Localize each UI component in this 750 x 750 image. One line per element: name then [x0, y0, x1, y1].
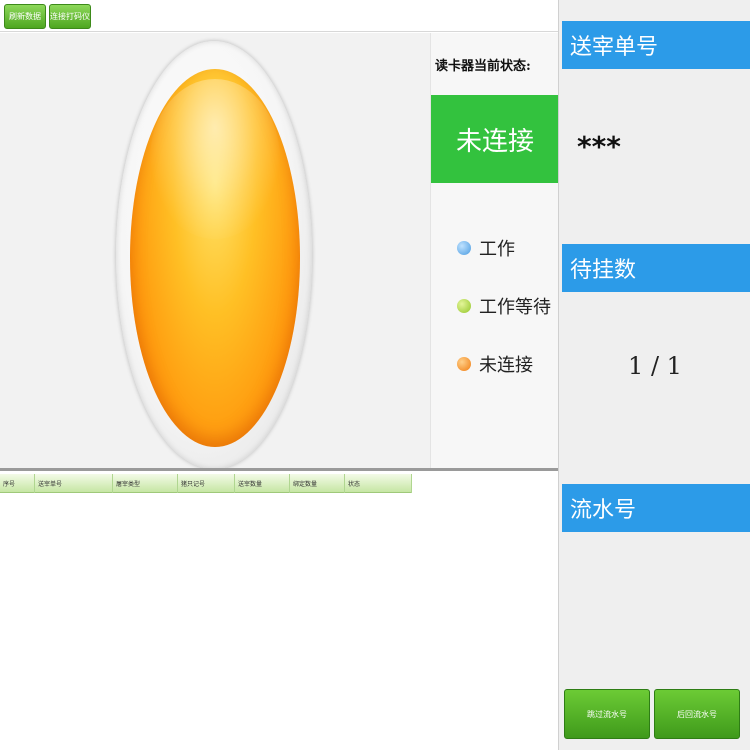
- column-header-send-qty[interactable]: 送宰数量: [235, 474, 290, 493]
- status-orb-area: [0, 33, 430, 469]
- pending-count-header: 待挂数: [562, 244, 750, 292]
- orange-dot-icon: [457, 357, 471, 371]
- toolbar: 刷新数据 连接打码仪: [0, 0, 558, 32]
- legend-label: 工作等待: [479, 297, 551, 318]
- green-dot-icon: [457, 299, 471, 313]
- legend-item-disconnected: 未连接: [457, 347, 533, 381]
- pending-count-value: 1 / 1: [628, 352, 682, 380]
- right-info-panel: 送宰单号 *** 待挂数 1 / 1 流水号 跳过流水号 后回流水号: [558, 0, 750, 750]
- connect-coder-button[interactable]: 连接打码仪: [49, 4, 91, 29]
- order-no-value: ***: [577, 130, 621, 163]
- order-no-header: 送宰单号: [562, 21, 750, 69]
- status-orb-indicator: [130, 69, 300, 447]
- legend-label: 未连接: [479, 355, 533, 376]
- table-header: 序号 送宰单号 屠宰类型 猪只记号 送宰数量 绑定数量 状态: [0, 474, 412, 493]
- back-serial-button[interactable]: 后回流水号: [654, 689, 740, 739]
- refresh-data-button[interactable]: 刷新数据: [4, 4, 46, 29]
- serial-no-header: 流水号: [562, 484, 750, 532]
- column-header-slaughter-type[interactable]: 屠宰类型: [113, 474, 178, 493]
- legend-item-waiting: 工作等待: [457, 289, 551, 323]
- data-table: 序号 送宰单号 屠宰类型 猪只记号 送宰数量 绑定数量 状态: [0, 471, 558, 750]
- skip-serial-button[interactable]: 跳过流水号: [564, 689, 650, 739]
- reader-status-label: 读卡器当前状态:: [435, 59, 531, 74]
- column-header-pig-mark[interactable]: 猪只记号: [178, 474, 235, 493]
- blue-dot-icon: [457, 241, 471, 255]
- app-window: 刷新数据 连接打码仪 读卡器当前状态: 未连接 工作 工作等待 未连接 序号 送…: [0, 0, 750, 750]
- column-header-order-no[interactable]: 送宰单号: [35, 474, 113, 493]
- column-header-index[interactable]: 序号: [0, 474, 35, 493]
- column-header-bind-qty[interactable]: 绑定数量: [290, 474, 345, 493]
- orb-highlight: [150, 79, 280, 239]
- status-panel: 读卡器当前状态: 未连接 工作 工作等待 未连接: [0, 33, 559, 469]
- status-side-panel: 读卡器当前状态: 未连接 工作 工作等待 未连接: [430, 33, 559, 468]
- legend-label: 工作: [479, 239, 515, 260]
- column-header-status[interactable]: 状态: [345, 474, 412, 493]
- current-status-box: 未连接: [431, 95, 559, 183]
- legend-item-working: 工作: [457, 231, 515, 265]
